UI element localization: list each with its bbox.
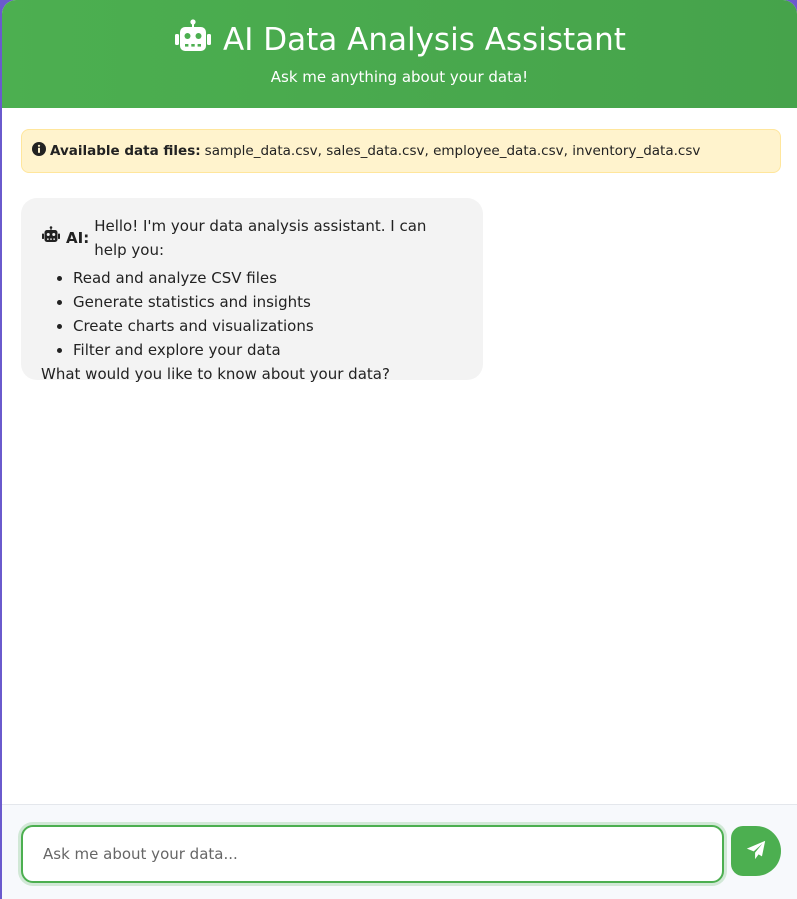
message-outro: What would you like to know about your d… <box>41 365 390 383</box>
data-files-notice: Available data files: sample_data.csv, s… <box>21 129 781 173</box>
message-input-wrapper <box>21 825 724 883</box>
message-input[interactable] <box>23 827 722 881</box>
chat-area[interactable]: Available data files: sample_data.csv, s… <box>2 108 797 804</box>
data-files-label: Available data files: <box>50 143 201 159</box>
send-button[interactable] <box>731 826 781 876</box>
list-item: Generate statistics and insights <box>73 290 463 314</box>
list-item: Create charts and visualizations <box>73 314 463 338</box>
ai-message: AI: Hello! I'm your data analysis assist… <box>21 198 483 383</box>
list-item: Read and analyze CSV files <box>73 266 463 290</box>
paper-plane-icon <box>745 839 767 864</box>
app-title: AI Data Analysis Assistant <box>223 22 626 58</box>
capabilities-list: Read and analyze CSV files Generate stat… <box>41 266 463 362</box>
list-item: Filter and explore your data <box>73 338 463 362</box>
robot-icon <box>173 19 213 61</box>
page-subtitle: Ask me anything about your data! <box>270 68 529 86</box>
data-files-list: sample_data.csv, sales_data.csv, employe… <box>204 143 701 159</box>
page-title: AI Data Analysis Assistant <box>2 19 797 61</box>
message-sender: AI: <box>66 229 90 247</box>
composer-bar <box>2 804 797 899</box>
header: AI Data Analysis Assistant Ask me anythi… <box>2 0 797 108</box>
message-intro: Hello! I'm your data analysis assistant.… <box>94 217 427 259</box>
robot-icon <box>41 226 66 250</box>
chat-app: AI Data Analysis Assistant Ask me anythi… <box>2 0 797 899</box>
info-icon <box>32 142 50 160</box>
